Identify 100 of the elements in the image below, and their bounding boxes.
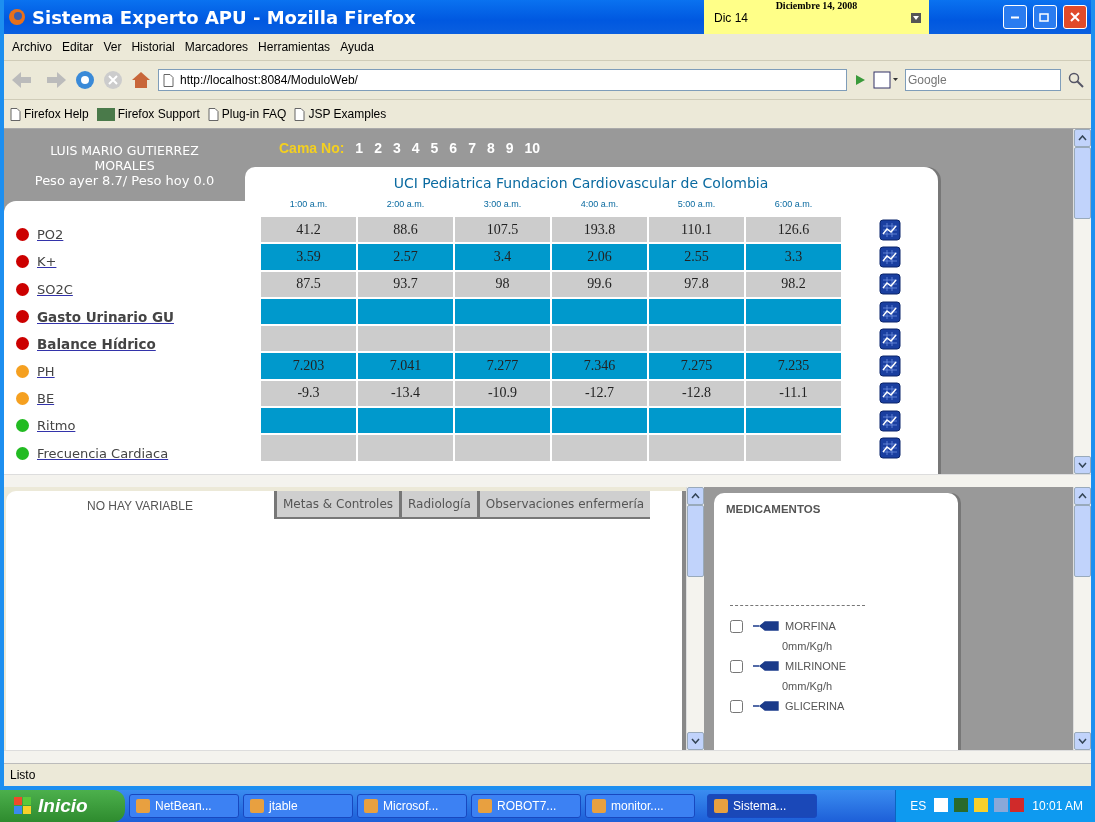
variable-link[interactable]: Balance Hídrico xyxy=(37,335,156,352)
scrollbar[interactable] xyxy=(1073,487,1091,750)
app-icon xyxy=(592,799,606,813)
horizontal-scrollbar[interactable] xyxy=(704,750,1091,763)
taskbar-button[interactable]: NetBean... xyxy=(129,794,239,818)
variable-link[interactable]: K+ xyxy=(37,254,57,270)
app-icon xyxy=(714,799,728,813)
checkbox[interactable] xyxy=(730,699,743,713)
menu-item[interactable]: Historial xyxy=(131,40,175,54)
maximize-button[interactable] xyxy=(1033,5,1057,29)
horizontal-scrollbar[interactable] xyxy=(4,750,704,763)
checkbox[interactable] xyxy=(730,659,743,673)
chart-icon[interactable] xyxy=(879,355,901,378)
chart-icon[interactable] xyxy=(879,327,901,350)
taskbar-button[interactable]: Sistema... xyxy=(707,794,817,818)
menu-item[interactable]: Marcadores xyxy=(184,40,249,54)
table-cell: 2.57 xyxy=(358,244,453,270)
time-header: 3:00 a.m. xyxy=(482,199,523,211)
search-engine-icon[interactable] xyxy=(873,71,899,89)
bed-label: Cama No: xyxy=(279,140,345,156)
taskbar-button[interactable]: ROBOT7... xyxy=(471,794,581,818)
chart-icon[interactable] xyxy=(879,218,901,241)
search-icon[interactable] xyxy=(1067,71,1085,89)
app-icon xyxy=(364,799,378,813)
menu-item[interactable]: Archivo xyxy=(12,40,52,54)
page-icon xyxy=(163,73,174,87)
taskbar-button[interactable]: jtable xyxy=(243,794,353,818)
scrollbar-thumb[interactable] xyxy=(687,505,704,577)
scrollbar[interactable] xyxy=(1073,129,1091,474)
table-cell: 110.1 xyxy=(649,217,744,243)
checkbox[interactable] xyxy=(730,619,743,633)
tab[interactable]: Observaciones enfermería xyxy=(476,491,651,519)
variable-link[interactable]: BE xyxy=(37,390,55,406)
scrollbar-thumb[interactable] xyxy=(1074,147,1091,219)
variable-link[interactable]: PO2 xyxy=(37,227,64,243)
syringe-icon xyxy=(753,701,779,711)
table-cell: 7.235 xyxy=(746,353,841,379)
bookmark-link[interactable]: Firefox Support xyxy=(96,107,200,121)
time-header: 6:00 a.m. xyxy=(773,199,814,211)
bookmark-link[interactable]: JSP Examples xyxy=(294,107,387,121)
patient-weight: Peso ayer 8.7/ Peso hoy 0.0 xyxy=(34,172,215,188)
calendar-caption: Diciembre 14, 2008 xyxy=(774,0,859,11)
table-cell: -11.1 xyxy=(746,380,841,407)
scrollbar-thumb[interactable] xyxy=(1074,505,1091,577)
tray-icons-drawing[interactable] xyxy=(934,798,1025,814)
taskbar-button[interactable]: monitor.... xyxy=(585,794,695,818)
variable-link[interactable]: PH xyxy=(37,363,55,379)
app-icon xyxy=(478,799,492,813)
table-cell: 2.55 xyxy=(649,244,744,270)
address-field[interactable]: http://localhost:8084/ModuloWeb/ xyxy=(158,69,847,91)
table-cell: 41.2 xyxy=(261,217,356,243)
table-cell: 3.3 xyxy=(746,244,841,270)
table-cell: 98 xyxy=(455,271,550,297)
reload-icon[interactable] xyxy=(74,69,96,91)
variable-link[interactable]: Frecuencia Cardiaca xyxy=(37,445,169,461)
table-cell: 3.59 xyxy=(261,244,356,270)
bookmark-link[interactable]: Plug-in FAQ xyxy=(207,107,287,121)
time-header: 4:00 a.m. xyxy=(579,199,620,211)
chart-icon[interactable] xyxy=(879,245,901,268)
date-select[interactable]: Dic 14 xyxy=(704,11,929,25)
home-icon[interactable] xyxy=(130,69,152,91)
search-field[interactable]: Google xyxy=(905,69,1061,91)
medication-name: MILRINONE xyxy=(785,660,847,672)
menu-item[interactable]: Herramientas xyxy=(258,40,331,54)
variable-link[interactable]: Gasto Urinario GU xyxy=(37,308,174,325)
tab[interactable]: Radiología xyxy=(399,491,477,519)
bookmark-link[interactable]: Firefox Help xyxy=(10,107,89,121)
variable-link[interactable]: Ritmo xyxy=(37,418,76,434)
variable-link[interactable]: SO2C xyxy=(37,281,73,297)
chart-icon[interactable] xyxy=(879,437,901,459)
taskbar-button[interactable]: Microsof... xyxy=(357,794,467,818)
minimize-button[interactable] xyxy=(1003,5,1027,29)
chart-icon[interactable] xyxy=(879,300,901,323)
menu-item[interactable]: Ayuda xyxy=(340,40,374,54)
maximize-icon xyxy=(1039,11,1051,23)
menu-item[interactable]: Editar xyxy=(62,40,94,54)
go-icon[interactable] xyxy=(853,73,867,87)
table-cell: -12.8 xyxy=(649,380,744,407)
time-header: 5:00 a.m. xyxy=(676,199,717,211)
medication-name: GLICERINA xyxy=(785,700,845,712)
tab[interactable]: Metas & Controles xyxy=(274,491,400,519)
chart-icon[interactable] xyxy=(879,273,901,296)
table-cell: 7.346 xyxy=(552,353,647,379)
clock: 10:01 AM xyxy=(1032,799,1083,813)
horizontal-scrollbar[interactable] xyxy=(4,474,1091,487)
chart-icon[interactable] xyxy=(879,409,901,432)
menu-item[interactable]: Ver xyxy=(103,40,122,54)
panel-heading: NO HAY VARIABLE xyxy=(85,498,194,515)
scrollbar[interactable] xyxy=(686,487,704,750)
syringe-icon xyxy=(753,621,779,631)
close-button[interactable] xyxy=(1063,5,1087,29)
chart-icon[interactable] xyxy=(879,382,901,405)
table-cell: 7.277 xyxy=(455,353,550,379)
table-cell: 3.4 xyxy=(455,244,550,270)
card-title: MEDICAMENTOS xyxy=(726,503,822,515)
page-icon xyxy=(294,107,306,121)
firefox-icon xyxy=(8,8,26,26)
dropdown-icon[interactable] xyxy=(911,13,921,23)
syringe-icon xyxy=(753,661,779,671)
card-title: UCI Pediatrica Fundacion Cardiovascular de Colombia xyxy=(392,175,770,191)
